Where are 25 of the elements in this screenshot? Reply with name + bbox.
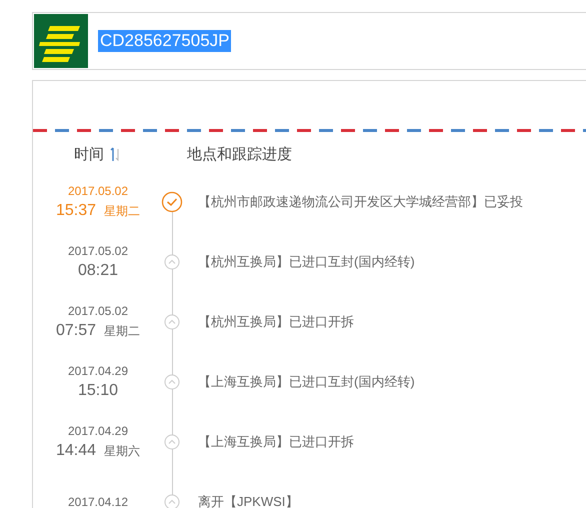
tracking-number: CD285627505JP <box>98 30 232 52</box>
column-header: 时间 <box>74 144 104 164</box>
event-description: 【杭州市邮政速递物流公司开发区大学城经营部】已妥投 <box>198 193 523 211</box>
check-circle-icon <box>161 191 183 213</box>
event-weekday: 星期二 <box>104 323 140 340</box>
event-time: 07:57 <box>56 321 96 341</box>
event-time: 08:21 <box>78 261 118 281</box>
event-date: 2017.05.02 <box>68 243 128 260</box>
event-date: 2017.05.02 <box>68 303 128 320</box>
event-date: 2017.04.29 <box>68 423 128 440</box>
event-description: 【上海互换局】已进口开拆 <box>198 433 354 451</box>
column-header: 地点和跟踪进度 <box>187 144 292 164</box>
logo-icon <box>34 14 88 68</box>
event-time: 15:37 <box>56 201 96 221</box>
event-weekday: 星期六 <box>104 443 140 460</box>
event-time: 15:10 <box>78 381 118 401</box>
event-date: 2017.04.12 <box>68 494 128 508</box>
event-date: 2017.05.02 <box>68 183 128 200</box>
event-description: 离开【JPKWSI】 <box>198 493 298 508</box>
event-weekday: 星期二 <box>104 203 140 220</box>
event-description: 【杭州互换局】已进口互封(国内经转) <box>198 253 415 271</box>
event-description: 【上海互换局】已进口互封(国内经转) <box>198 373 415 391</box>
event-time: 14:44 <box>56 441 96 461</box>
event-date: 2017.04.29 <box>68 363 128 380</box>
event-description: 【杭州互换局】已进口开拆 <box>198 313 354 331</box>
